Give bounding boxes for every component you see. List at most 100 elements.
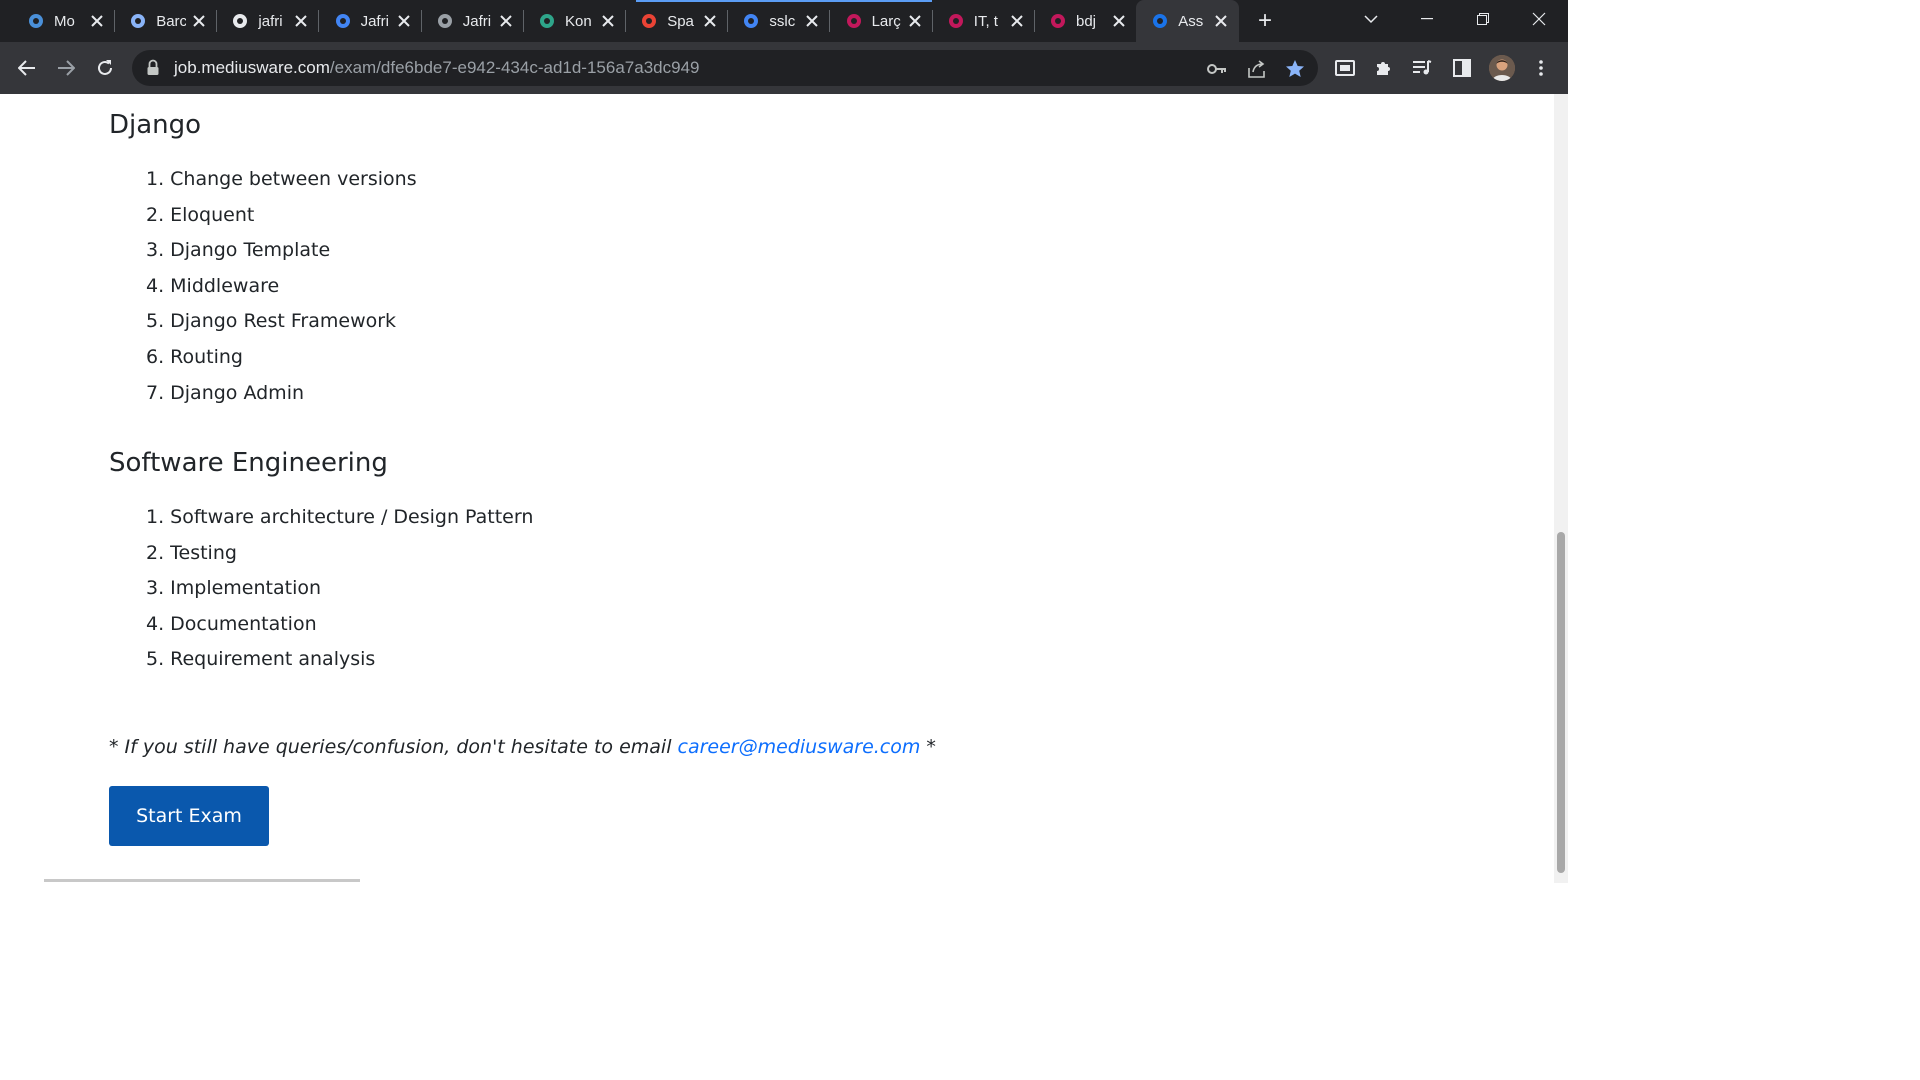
list-item-number: 5. — [146, 648, 165, 671]
tab-title: jafri — [258, 12, 283, 30]
browser-tab[interactable]: Jafri — [319, 0, 422, 42]
career-email-link[interactable]: career@mediusware.com — [678, 736, 921, 758]
bot-icon — [26, 11, 46, 31]
profile-avatar[interactable] — [1489, 55, 1515, 81]
vertical-scrollbar[interactable] — [1554, 94, 1568, 883]
list-item-number: 2. — [146, 203, 165, 226]
gmail-icon — [639, 11, 659, 31]
close-window-icon[interactable] — [1513, 0, 1565, 38]
list-item-number: 1. — [146, 168, 165, 190]
section-title-django: Django — [109, 110, 202, 140]
tab-title: Barc — [156, 12, 187, 30]
list-item: 4. Documentation — [146, 612, 533, 648]
browser-tab[interactable]: bdj — [1034, 0, 1137, 42]
close-tab-icon[interactable] — [291, 11, 311, 31]
forward-arrow-icon[interactable] — [52, 54, 80, 82]
side-panel-icon[interactable] — [1450, 56, 1474, 80]
list-item-number: 3. — [146, 239, 165, 262]
extensions-puzzle-icon[interactable] — [1372, 56, 1396, 80]
key-icon[interactable] — [1206, 58, 1228, 80]
close-tab-icon[interactable] — [87, 11, 107, 31]
queries-note: * If you still have queries/confusion, d… — [109, 736, 936, 758]
tab-title: Spa — [667, 12, 694, 30]
tab-title: Larç — [871, 12, 901, 30]
list-item-number: 4. — [146, 612, 165, 635]
close-tab-icon[interactable] — [905, 11, 925, 31]
browser-tab[interactable]: Jafri — [421, 0, 524, 42]
list-item-number: 7. — [146, 381, 165, 404]
share-icon[interactable] — [1246, 58, 1268, 80]
browser-tab[interactable]: Kon — [523, 0, 626, 42]
url-host: job.mediusware.com — [174, 58, 330, 77]
minimize-window-icon[interactable] — [1401, 0, 1453, 38]
back-arrow-icon[interactable] — [13, 54, 41, 82]
list-item-number: 4. — [146, 274, 165, 297]
bard-sparkle-icon — [128, 11, 148, 31]
media-queue-icon[interactable] — [1410, 56, 1434, 80]
list-item-label: Software architecture / Design Pattern — [170, 506, 534, 528]
new-tab-button[interactable]: + — [1251, 7, 1279, 35]
browser-tab[interactable]: sslc — [727, 0, 831, 42]
close-tab-icon[interactable] — [496, 11, 516, 31]
close-tab-icon[interactable] — [1211, 11, 1231, 31]
address-bar[interactable]: job.mediusware.com/exam/dfe6bde7-e942-43… — [132, 50, 1318, 86]
page-content: Django 1. Change between versions 2. Eloque… — [0, 94, 1554, 883]
list-item: 6. Routing — [146, 345, 417, 381]
list-item-label: Requirement analysis — [170, 648, 376, 671]
globe-icon — [435, 11, 455, 31]
note-prefix: * If you still have queries/confusion, d… — [109, 736, 678, 758]
browser-tab[interactable]: IT, t — [932, 0, 1035, 42]
close-tab-icon[interactable] — [802, 11, 822, 31]
list-item-label: Implementation — [170, 577, 322, 600]
close-tab-icon[interactable] — [598, 11, 618, 31]
list-item: 7. Django Admin — [146, 381, 417, 417]
list-item: 3. Implementation — [146, 576, 533, 612]
browser-tab[interactable]: Larç — [830, 0, 933, 42]
scrollbar-thumb[interactable] — [1557, 532, 1565, 873]
list-item-label: Eloquent — [170, 203, 255, 226]
close-tab-icon[interactable] — [1109, 11, 1129, 31]
close-tab-icon[interactable] — [1007, 11, 1027, 31]
browser-tab[interactable]: Barc — [114, 0, 218, 42]
list-item-number: 3. — [146, 577, 165, 600]
list-item: 2. Eloquent — [146, 203, 417, 239]
list-item-number: 1. — [146, 506, 165, 528]
browser-tab[interactable]: Spa — [625, 0, 729, 42]
tab-title: sslc — [769, 12, 796, 30]
list-item-label: Testing — [170, 541, 237, 564]
profile-icon — [946, 11, 966, 31]
browser-tab[interactable]: Mo — [12, 0, 115, 42]
url-text[interactable]: job.mediusware.com/exam/dfe6bde7-e942-43… — [174, 58, 699, 78]
cast-media-icon[interactable] — [1333, 56, 1357, 80]
tab-strip: Mo Barc jafri Jafri Jafri Kon Spa sslc Larç IT, t… — [0, 0, 1568, 42]
tab-title: Jafri — [462, 12, 492, 30]
tab-title: Mo — [54, 12, 75, 30]
list-item: 1. Software architecture / Design Pattern — [146, 505, 533, 541]
list-item-number: 5. — [146, 310, 165, 333]
lock-icon[interactable] — [146, 59, 160, 77]
browser-tab[interactable]: Ass — [1136, 0, 1240, 42]
list-item: 3. Django Template — [146, 238, 417, 274]
tab-title: bdj — [1076, 12, 1097, 30]
list-item-label: Documentation — [170, 612, 317, 635]
list-item-label: Middleware — [170, 274, 280, 297]
more-menu-icon[interactable] — [1529, 56, 1553, 80]
list-item-label: Change between versions — [170, 168, 417, 190]
close-tab-icon[interactable] — [700, 11, 720, 31]
send-icon — [537, 11, 557, 31]
google-docs-icon — [333, 11, 353, 31]
list-item-number: 6. — [146, 345, 165, 368]
tab-search-icon[interactable] — [1345, 0, 1397, 38]
bookmark-star-icon[interactable] — [1284, 58, 1306, 80]
start-exam-button[interactable]: Start Exam — [109, 786, 269, 846]
list-item-label: Django Admin — [170, 381, 305, 404]
close-tab-icon[interactable] — [394, 11, 414, 31]
note-suffix: * — [920, 736, 936, 758]
site-icon — [1150, 11, 1170, 31]
section-title-software-engineering: Software Engineering — [109, 448, 388, 478]
profile-icon — [1048, 11, 1068, 31]
restore-window-icon[interactable] — [1457, 0, 1509, 38]
close-tab-icon[interactable] — [189, 11, 209, 31]
browser-tab[interactable]: jafri — [216, 0, 320, 42]
reload-icon[interactable] — [91, 54, 119, 82]
